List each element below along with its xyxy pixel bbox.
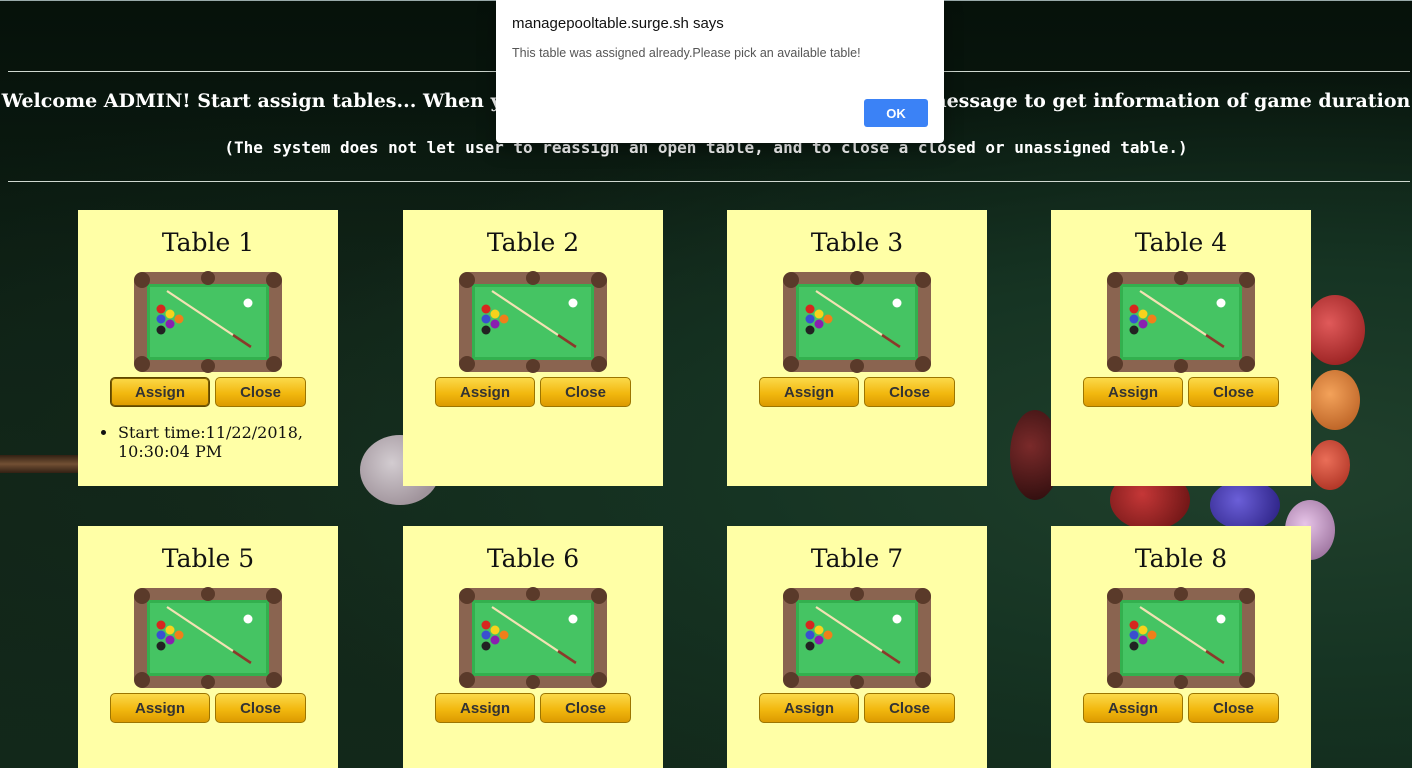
table-title: Table 7 (810, 544, 904, 573)
background-red-ball (1305, 295, 1365, 365)
pool-table-icon (782, 587, 932, 689)
pool-table-icon (458, 271, 608, 373)
close-button[interactable]: Close (864, 693, 955, 723)
close-button[interactable]: Close (215, 377, 306, 407)
table-card-4: Table 4 Assign Close (1051, 210, 1311, 486)
table-card-8: Table 8 Assign Close (1051, 526, 1311, 768)
table-info-list: Start time:11/22/2018, 10:30:04 PM (78, 423, 338, 461)
pool-table-icon (782, 271, 932, 373)
close-button[interactable]: Close (540, 693, 631, 723)
table-title: Table 5 (161, 544, 255, 573)
table-title: Table 6 (486, 544, 580, 573)
alert-dialog: managepooltable.surge.sh says This table… (496, 0, 944, 143)
table-card-5: Table 5 Assign Close (78, 526, 338, 768)
background-orange-ball (1310, 370, 1360, 430)
divider-bottom (8, 181, 1410, 182)
dialog-message: This table was assigned already.Please p… (512, 46, 861, 60)
assign-button[interactable]: Assign (1083, 377, 1183, 407)
pool-table-icon (133, 587, 283, 689)
close-button[interactable]: Close (215, 693, 306, 723)
dialog-title: managepooltable.surge.sh says (512, 15, 724, 32)
assign-button[interactable]: Assign (110, 377, 210, 407)
table-card-1: Table 1 Assign Close Start time:11/22/20… (78, 210, 338, 486)
background-red-ball-2 (1310, 440, 1350, 490)
pool-table-icon (1106, 271, 1256, 373)
assign-button[interactable]: Assign (435, 693, 535, 723)
assign-button[interactable]: Assign (759, 377, 859, 407)
background-cue-stick (0, 455, 80, 473)
start-time-item: Start time:11/22/2018, 10:30:04 PM (118, 423, 338, 461)
table-card-6: Table 6 Assign Close (403, 526, 663, 768)
close-button[interactable]: Close (864, 377, 955, 407)
table-card-3: Table 3 Assign Close (727, 210, 987, 486)
pool-table-icon (1106, 587, 1256, 689)
table-title: Table 8 (1134, 544, 1228, 573)
close-button[interactable]: Close (1188, 377, 1279, 407)
table-title: Table 4 (1134, 228, 1228, 257)
table-title: Table 2 (486, 228, 580, 257)
table-card-7: Table 7 Assign Close (727, 526, 987, 768)
assign-button[interactable]: Assign (435, 377, 535, 407)
table-title: Table 3 (810, 228, 904, 257)
dialog-ok-button[interactable]: OK (864, 99, 928, 127)
table-card-2: Table 2 Assign Close (403, 210, 663, 486)
table-title: Table 1 (161, 228, 255, 257)
pool-table-icon (458, 587, 608, 689)
assign-button[interactable]: Assign (110, 693, 210, 723)
close-button[interactable]: Close (1188, 693, 1279, 723)
assign-button[interactable]: Assign (759, 693, 859, 723)
background-purple-ball (1210, 480, 1280, 530)
assign-button[interactable]: Assign (1083, 693, 1183, 723)
close-button[interactable]: Close (540, 377, 631, 407)
pool-table-icon (133, 271, 283, 373)
